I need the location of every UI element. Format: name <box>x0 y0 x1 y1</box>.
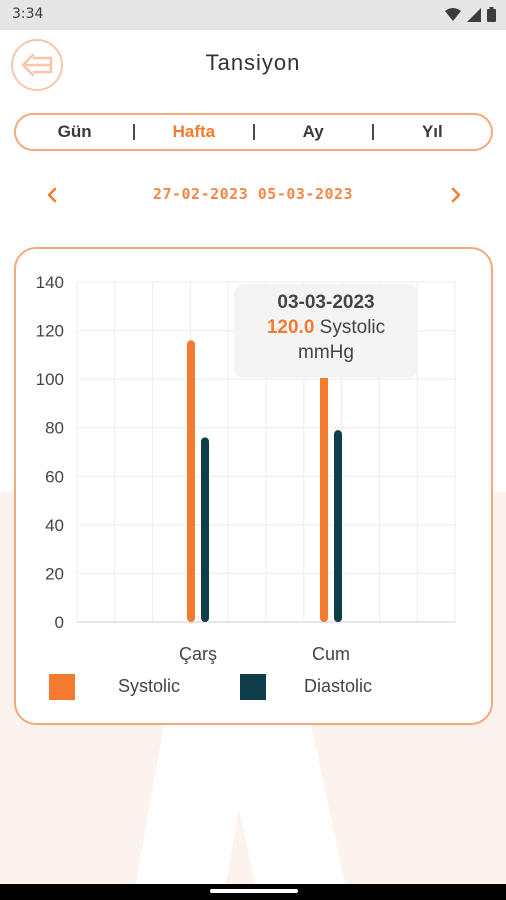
tooltip-value: 120.0 <box>266 317 315 338</box>
tooltip-value-line: 120.0 Systolic <box>234 317 418 339</box>
tooltip-date: 03-03-2023 <box>277 292 375 313</box>
legend-swatch-systolic <box>49 674 75 700</box>
y-tick-label: 0 <box>55 613 64 632</box>
bar-diastolic-0 <box>201 437 209 622</box>
legend-label-systolic: Systolic <box>118 676 181 696</box>
y-tick-label: 20 <box>45 564 64 583</box>
y-tick-label: 120 <box>36 322 64 341</box>
legend-swatch-diastolic <box>240 674 266 700</box>
tooltip-unit: mmHg <box>298 342 354 363</box>
y-tick-label: 60 <box>45 467 64 486</box>
legend-label-diastolic: Diastolic <box>304 676 373 696</box>
blood-pressure-chart[interactable]: 0 20 40 60 80 100 120 140 Çarş Cum <box>0 0 506 900</box>
chart-tooltip: 03-03-2023 120.0 Systolic mmHg <box>234 284 418 378</box>
y-tick-label: 40 <box>45 516 64 535</box>
y-tick-label: 100 <box>36 370 64 389</box>
x-tick-label: Cum <box>312 644 350 664</box>
tooltip-series: Systolic <box>319 317 386 338</box>
y-tick-label: 140 <box>36 273 64 292</box>
bar-diastolic-1 <box>334 430 342 622</box>
x-tick-label: Çarş <box>179 644 217 664</box>
chart-legend: Systolic Diastolic <box>49 674 449 700</box>
bar-systolic-0 <box>187 340 195 622</box>
y-tick-label: 80 <box>45 419 64 438</box>
home-gesture-handle[interactable] <box>210 889 298 893</box>
